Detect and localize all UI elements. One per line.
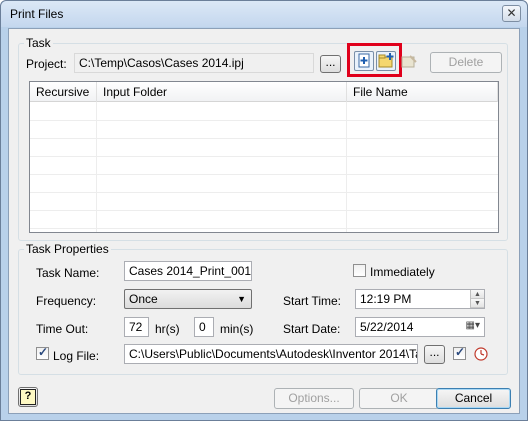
frequency-select[interactable]: Once ▼ [124, 289, 252, 309]
add-folder-icon [378, 53, 394, 68]
minutes-input[interactable]: 0 [194, 317, 214, 337]
list-grid [30, 102, 498, 232]
log-file-label: Log File: [53, 349, 100, 363]
log-file-checkbox[interactable] [36, 345, 49, 360]
add-file-icon [358, 53, 370, 68]
hours-input[interactable]: 72 [124, 317, 149, 337]
column-recursive[interactable]: Recursive [30, 82, 97, 102]
start-time-value: 12:19 PM [360, 292, 412, 306]
close-button[interactable]: ✕ [502, 5, 521, 22]
ok-button[interactable]: OK [359, 388, 439, 409]
chevron-down-icon: ▼ [237, 294, 246, 304]
add-file-button[interactable] [354, 51, 374, 71]
start-date-label: Start Date: [283, 322, 341, 336]
task-properties-label: Task Properties [24, 242, 111, 256]
dialog-client-area: Task Project: C:\Temp\Casos\Cases 2014.i… [8, 28, 520, 414]
task-name-label: Task Name: [36, 266, 100, 280]
column-file-name[interactable]: File Name [347, 82, 498, 102]
delete-button[interactable]: Delete [430, 52, 502, 73]
frequency-label: Frequency: [36, 294, 97, 308]
remove-item-icon [401, 55, 417, 68]
project-label: Project: [26, 57, 67, 71]
start-time-spinner[interactable]: ▲ ▼ [470, 290, 484, 308]
immediately-label: Immediately [370, 265, 435, 279]
list-header: Recursive Input Folder File Name [30, 82, 498, 102]
help-button[interactable]: ? [18, 387, 38, 407]
title-bar[interactable]: Print Files ✕ [1, 1, 527, 27]
time-out-label: Time Out: [36, 322, 89, 336]
start-time-label: Start Time: [283, 294, 342, 308]
task-name-input[interactable]: Cases 2014_Print_001 [124, 261, 252, 281]
cancel-button[interactable]: Cancel [436, 388, 511, 409]
spin-up-icon[interactable]: ▲ [471, 290, 484, 299]
window-title: Print Files [10, 7, 64, 21]
start-time-input[interactable]: 12:19 PM ▲ ▼ [355, 289, 485, 309]
frequency-value: Once [129, 292, 158, 306]
task-file-list[interactable]: Recursive Input Folder File Name [29, 81, 499, 233]
print-files-dialog: Print Files ✕ Task Project: C:\Temp\Caso… [0, 0, 528, 421]
task-group-label: Task [24, 36, 53, 50]
remove-item-button[interactable] [400, 53, 418, 71]
hours-unit-label: hr(s) [155, 322, 180, 336]
log-option-checkbox[interactable] [453, 345, 466, 360]
log-file-browse-button[interactable]: ... [424, 345, 445, 364]
minutes-unit-label: min(s) [220, 322, 254, 336]
log-file-input[interactable]: C:\Users\Public\Documents\Autodesk\Inven… [124, 344, 418, 364]
project-browse-button[interactable]: ... [320, 55, 341, 73]
immediately-checkbox[interactable] [353, 264, 366, 277]
options-button[interactable]: Options... [274, 388, 354, 409]
add-folder-button[interactable] [376, 51, 396, 71]
help-icon: ? [20, 389, 36, 405]
start-date-input[interactable]: 5/22/2014 ▦▾ [355, 317, 485, 337]
calendar-dropdown-icon[interactable]: ▦▾ [466, 320, 480, 331]
spin-down-icon[interactable]: ▼ [471, 299, 484, 308]
column-input-folder[interactable]: Input Folder [97, 82, 347, 102]
project-field: C:\Temp\Casos\Cases 2014.ipj [74, 53, 314, 73]
start-date-value: 5/22/2014 [360, 320, 414, 334]
clock-icon[interactable] [473, 346, 489, 362]
